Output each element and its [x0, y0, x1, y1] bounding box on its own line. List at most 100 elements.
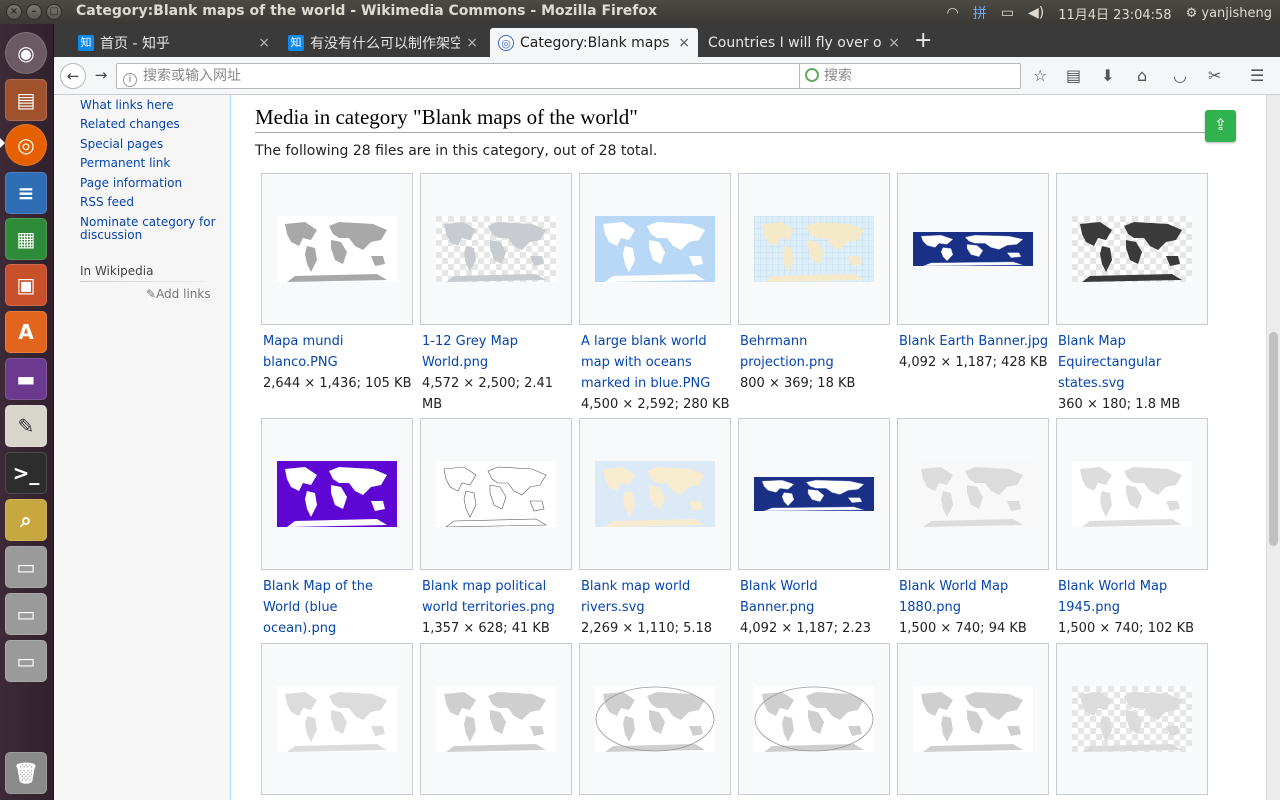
gallery-item[interactable]: Blank World Map 1880.png 1,500 × 740; 94 …	[897, 418, 1049, 639]
page-scrollbar[interactable]	[1266, 95, 1280, 800]
map-thumbnail-image[interactable]	[436, 686, 556, 752]
gallery-item[interactable]	[261, 643, 413, 795]
sidebar-link-permanent-link[interactable]: Permanent link	[80, 157, 220, 170]
thumbnail-frame[interactable]	[420, 643, 572, 795]
gallery-item[interactable]: 1-12 Grey Map World.png 4,572 × 2,500; 2.…	[420, 173, 572, 415]
gallery-item[interactable]: Blank World Banner.png 4,092 × 1,187; 2.2…	[738, 418, 890, 660]
thumbnail-frame[interactable]	[261, 643, 413, 795]
thumbnail-frame[interactable]	[579, 173, 731, 325]
reading-list-icon[interactable]: ▤	[1066, 66, 1081, 85]
drive-icon[interactable]: ▭	[5, 593, 47, 635]
forward-button[interactable]: →	[88, 63, 114, 89]
thumbnail-frame[interactable]	[579, 643, 731, 795]
gallery-item[interactable]	[897, 643, 1049, 795]
sidebar-link-rss-feed[interactable]: RSS feed	[80, 196, 220, 209]
gallery-item[interactable]: Blank World Map 1945.png 1,500 × 740; 102…	[1056, 418, 1208, 639]
file-name-link[interactable]: Blank map world rivers.svg	[581, 576, 731, 618]
hamburger-menu-icon[interactable]: ☰	[1250, 66, 1264, 85]
image-viewer-icon[interactable]: ⌕	[5, 499, 47, 541]
download-icon[interactable]: ⬇	[1101, 66, 1114, 85]
map-thumbnail-image[interactable]	[754, 686, 874, 752]
sidebar-link-what-links-here[interactable]: What links here	[80, 99, 220, 112]
sidebar-link-nominate-category[interactable]: Nominate category for discussion	[80, 216, 220, 242]
scrollbar-thumb[interactable]	[1269, 332, 1278, 546]
text-editor-icon[interactable]: ✎	[5, 405, 47, 447]
bookmark-star-icon[interactable]: ☆	[1033, 66, 1047, 85]
tab-zhihu-home[interactable]: 知 首页 - 知乎 ×	[70, 28, 278, 57]
file-name-link[interactable]: Blank World Banner.png	[740, 576, 890, 618]
back-button[interactable]: ←	[60, 63, 86, 89]
gallery-item[interactable]	[420, 643, 572, 795]
writer-icon[interactable]: ≡	[5, 172, 47, 214]
drive-icon[interactable]: ▭	[5, 640, 47, 682]
close-tab-icon[interactable]: ×	[466, 35, 478, 51]
gallery-item[interactable]: A large blank world map with oceans mark…	[579, 173, 731, 415]
thumbnail-frame[interactable]	[738, 173, 890, 325]
url-bar[interactable]: i搜索或输入网址 ↻	[116, 63, 848, 89]
map-thumbnail-image[interactable]	[913, 232, 1033, 266]
map-thumbnail-image[interactable]	[595, 686, 715, 752]
firefox-icon[interactable]: ◎	[5, 124, 47, 166]
map-thumbnail-image[interactable]	[1072, 686, 1192, 752]
thumbnail-frame[interactable]	[261, 418, 413, 570]
screenshot-icon[interactable]: ✂	[1208, 66, 1221, 85]
calc-icon[interactable]: ▦	[5, 218, 47, 260]
thumbnail-frame[interactable]	[897, 418, 1049, 570]
tab-zhihu-question[interactable]: 知 有没有什么可以制作架空 ×	[280, 28, 486, 57]
impress-icon[interactable]: ▣	[5, 264, 47, 306]
thumbnail-frame[interactable]	[420, 418, 572, 570]
battery-icon[interactable]: ▭	[1001, 5, 1014, 21]
wifi-icon[interactable]: ◠	[947, 5, 959, 21]
tab-countries[interactable]: Countries I will fly over on ×	[700, 28, 908, 57]
thumbnail-frame[interactable]	[738, 643, 890, 795]
gallery-item[interactable]: Blank Map of the World (blue ocean).png4…	[261, 418, 413, 660]
sidebar-link-page-information[interactable]: Page information	[80, 177, 220, 190]
map-thumbnail-image[interactable]	[436, 216, 556, 282]
gallery-item[interactable]: Blank Map Equirectangular states.svg 360 …	[1056, 173, 1208, 415]
close-window-button[interactable]: ×	[6, 4, 22, 20]
map-thumbnail-image[interactable]	[277, 216, 397, 282]
map-thumbnail-image[interactable]	[913, 686, 1033, 752]
gallery-item[interactable]	[738, 643, 890, 795]
upload-button[interactable]: ⇪	[1205, 110, 1236, 142]
search-bar[interactable]: 搜索	[799, 63, 1021, 89]
thumbnail-frame[interactable]	[738, 418, 890, 570]
search-engine-icon[interactable]	[805, 68, 819, 82]
thumbnail-frame[interactable]	[897, 173, 1049, 325]
file-name-link[interactable]: Blank Earth Banner.jpg	[899, 331, 1049, 352]
thumbnail-frame[interactable]	[1056, 643, 1208, 795]
file-name-link[interactable]: Mapa mundi blanco.PNG	[263, 331, 413, 373]
clock[interactable]: 11月4日 23:04:58	[1058, 4, 1171, 23]
close-tab-icon[interactable]: ×	[888, 35, 900, 51]
map-thumbnail-image[interactable]	[754, 477, 874, 511]
file-name-link[interactable]: Blank Map of the World (blue ocean).png	[263, 576, 413, 639]
pocket-icon[interactable]: ◡	[1173, 66, 1187, 85]
gallery-item[interactable]: Mapa mundi blanco.PNG 2,644 × 1,436; 105 …	[261, 173, 413, 394]
files-icon[interactable]: ▤	[5, 79, 47, 121]
software-center-icon[interactable]: A	[5, 311, 47, 353]
thumbnail-frame[interactable]	[579, 418, 731, 570]
gallery-item[interactable]: Blank map world rivers.svg 2,269 × 1,110;…	[579, 418, 731, 660]
home-icon[interactable]: ⌂	[1137, 66, 1147, 85]
gallery-item[interactable]: Behrmann projection.png 800 × 369; 18 KB	[738, 173, 890, 394]
map-thumbnail-image[interactable]	[595, 216, 715, 282]
gallery-item[interactable]	[1056, 643, 1208, 795]
sidebar-link-special-pages[interactable]: Special pages	[80, 138, 220, 151]
file-name-link[interactable]: Blank Map Equirectangular states.svg	[1058, 331, 1208, 394]
file-name-link[interactable]: Blank map political world territories.pn…	[422, 576, 572, 618]
map-thumbnail-image[interactable]	[277, 461, 397, 527]
terminal-icon[interactable]: >_	[5, 452, 47, 494]
dash-icon[interactable]: ◉	[5, 32, 47, 74]
file-name-link[interactable]: 1-12 Grey Map World.png	[422, 331, 572, 373]
thumbnail-frame[interactable]	[420, 173, 572, 325]
map-thumbnail-image[interactable]	[277, 686, 397, 752]
map-thumbnail-image[interactable]	[436, 461, 556, 527]
minimize-window-button[interactable]: –	[26, 4, 42, 20]
add-links-link[interactable]: ✎Add links	[146, 287, 211, 301]
sidebar-link-related-changes[interactable]: Related changes	[80, 118, 220, 131]
thumbnail-frame[interactable]	[261, 173, 413, 325]
trash-icon[interactable]: 🗑	[5, 752, 47, 794]
thumbnail-frame[interactable]	[1056, 173, 1208, 325]
file-name-link[interactable]: Blank World Map 1945.png	[1058, 576, 1208, 618]
drive-icon[interactable]: ▭	[5, 546, 47, 588]
